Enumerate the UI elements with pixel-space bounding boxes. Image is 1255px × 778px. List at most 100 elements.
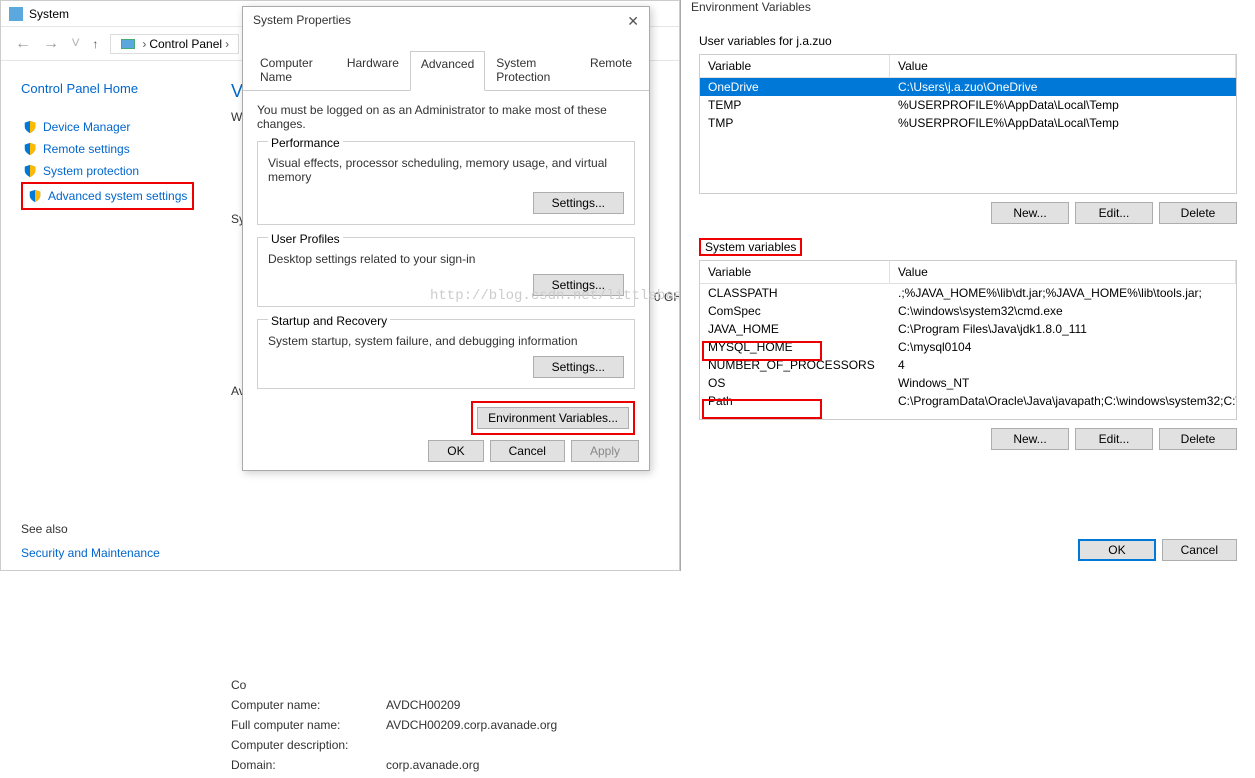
sidebar-item-label: Device Manager (43, 120, 130, 134)
shield-icon (28, 189, 42, 203)
apply-button: Apply (571, 440, 639, 462)
group-desc: System startup, system failure, and debu… (268, 334, 624, 348)
sys-edit-button[interactable]: Edit... (1075, 428, 1153, 450)
var-name: NUMBER_OF_PROCESSORS (700, 356, 890, 374)
ok-button[interactable]: OK (428, 440, 483, 462)
table-row[interactable]: MYSQL_HOMEC:\mysql0104 (700, 338, 1236, 356)
cancel-button[interactable]: Cancel (490, 440, 565, 462)
user-new-button[interactable]: New... (991, 202, 1069, 224)
sidebar-item-label: Advanced system settings (48, 189, 187, 203)
env-vars-button[interactable]: Environment Variables... (477, 407, 629, 429)
security-maintenance-link[interactable]: Security and Maintenance (21, 546, 160, 560)
forward-icon: → (37, 35, 65, 53)
table-row[interactable]: NUMBER_OF_PROCESSORS4 (700, 356, 1236, 374)
label: Computer description: (231, 738, 386, 752)
close-icon[interactable]: ✕ (627, 13, 639, 30)
var-value: C:\ProgramData\Oracle\Java\javapath;C:\w… (890, 392, 1236, 410)
label: Full computer name: (231, 718, 386, 732)
var-name: MYSQL_HOME (700, 338, 890, 356)
sidebar-item-device-manager[interactable]: Device Manager (21, 116, 231, 138)
breadcrumb-item[interactable]: Control Panel (149, 37, 222, 51)
group-legend: User Profiles (268, 232, 343, 246)
see-also: See also Security and Maintenance (21, 522, 160, 560)
ok-button[interactable]: OK (1078, 539, 1155, 561)
var-value: %USERPROFILE%\AppData\Local\Temp (890, 114, 1236, 132)
tab-computer-name[interactable]: Computer Name (249, 50, 336, 90)
table-row[interactable]: PathC:\ProgramData\Oracle\Java\javapath;… (700, 392, 1236, 410)
group-legend: Performance (268, 136, 343, 150)
sys-new-button[interactable]: New... (991, 428, 1069, 450)
monitor-icon (121, 39, 135, 49)
var-value: .;%JAVA_HOME%\lib\dt.jar;%JAVA_HOME%\lib… (890, 284, 1236, 302)
sys-delete-button[interactable]: Delete (1159, 428, 1237, 450)
cancel-button[interactable]: Cancel (1162, 539, 1237, 561)
chevron-right-icon: › (139, 37, 149, 51)
up-icon[interactable]: ↑ (86, 37, 104, 51)
group-legend: Startup and Recovery (268, 314, 390, 328)
var-name: CLASSPATH (700, 284, 890, 302)
table-row[interactable]: TEMP%USERPROFILE%\AppData\Local\Temp (700, 96, 1236, 114)
tab-system-protection[interactable]: System Protection (485, 50, 579, 90)
col-value[interactable]: Value (890, 55, 1236, 77)
var-value: %USERPROFILE%\AppData\Local\Temp (890, 96, 1236, 114)
var-value: 4 (890, 356, 1236, 374)
var-value: Windows_NT (890, 374, 1236, 392)
col-variable[interactable]: Variable (700, 261, 890, 283)
table-row[interactable]: ComSpecC:\windows\system32\cmd.exe (700, 302, 1236, 320)
tab-remote[interactable]: Remote (579, 50, 643, 90)
system-properties-dialog: System Properties ✕ Computer Name Hardwa… (242, 6, 650, 471)
cp-home-link[interactable]: Control Panel Home (21, 81, 231, 96)
highlight-box: Environment Variables... (471, 401, 635, 435)
tab-hardware[interactable]: Hardware (336, 50, 410, 90)
user-edit-button[interactable]: Edit... (1075, 202, 1153, 224)
table-row[interactable]: JAVA_HOMEC:\Program Files\Java\jdk1.8.0_… (700, 320, 1236, 338)
sidebar-item-sysprot[interactable]: System protection (21, 160, 231, 182)
sidebar-item-label: Remote settings (43, 142, 130, 156)
sidebar-item-remote[interactable]: Remote settings (21, 138, 231, 160)
value: AVDCH00209 (386, 698, 460, 712)
var-name: JAVA_HOME (700, 320, 890, 338)
recent-icon[interactable]: ˅ (65, 35, 86, 53)
shield-icon (23, 142, 37, 156)
startup-settings-button[interactable]: Settings... (533, 356, 624, 378)
user-vars-table[interactable]: Variable Value OneDriveC:\Users\j.a.zuo\… (699, 54, 1237, 194)
admin-note: You must be logged on as an Administrato… (257, 103, 635, 131)
tab-strip: Computer Name Hardware Advanced System P… (243, 50, 649, 91)
table-row[interactable]: OneDriveC:\Users\j.a.zuo\OneDrive (700, 78, 1236, 96)
var-name: OS (700, 374, 890, 392)
see-also-label: See also (21, 522, 68, 536)
var-value: C:\Program Files\Java\jdk1.8.0_111 (890, 320, 1236, 338)
chevron-right-icon: › (222, 37, 232, 51)
tab-advanced[interactable]: Advanced (410, 51, 485, 91)
table-row[interactable]: OSWindows_NT (700, 374, 1236, 392)
startup-recovery-group: Startup and Recovery System startup, sys… (257, 319, 635, 389)
back-icon[interactable]: ← (9, 35, 37, 53)
value: AVDCH00209.corp.avanade.org (386, 718, 557, 732)
var-name: TMP (700, 114, 890, 132)
shield-icon (23, 164, 37, 178)
group-desc: Visual effects, processor scheduling, me… (268, 156, 624, 184)
var-name: ComSpec (700, 302, 890, 320)
table-row[interactable]: CLASSPATH.;%JAVA_HOME%\lib\dt.jar;%JAVA_… (700, 284, 1236, 302)
window-title: System (29, 7, 69, 21)
system-vars-table[interactable]: Variable Value CLASSPATH.;%JAVA_HOME%\li… (699, 260, 1237, 420)
dialog-title: Environment Variables (681, 0, 1255, 20)
performance-settings-button[interactable]: Settings... (533, 192, 624, 214)
var-name: Path (700, 392, 890, 410)
value: corp.avanade.org (386, 758, 479, 772)
breadcrumb[interactable]: › Control Panel › (110, 34, 239, 54)
table-row[interactable]: TMP%USERPROFILE%\AppData\Local\Temp (700, 114, 1236, 132)
system-vars-header: System variables (705, 240, 796, 254)
label: Computer name: (231, 698, 386, 712)
label: Co (231, 678, 386, 692)
highlight-box: Advanced system settings (21, 182, 194, 210)
shield-icon (23, 120, 37, 134)
col-value[interactable]: Value (890, 261, 1236, 283)
system-icon (9, 7, 23, 21)
performance-group: Performance Visual effects, processor sc… (257, 141, 635, 225)
sidebar-item-advanced[interactable]: Advanced system settings (26, 185, 189, 207)
var-value: C:\mysql0104 (890, 338, 1236, 356)
col-variable[interactable]: Variable (700, 55, 890, 77)
user-delete-button[interactable]: Delete (1159, 202, 1237, 224)
highlight-box: System variables (699, 238, 802, 256)
